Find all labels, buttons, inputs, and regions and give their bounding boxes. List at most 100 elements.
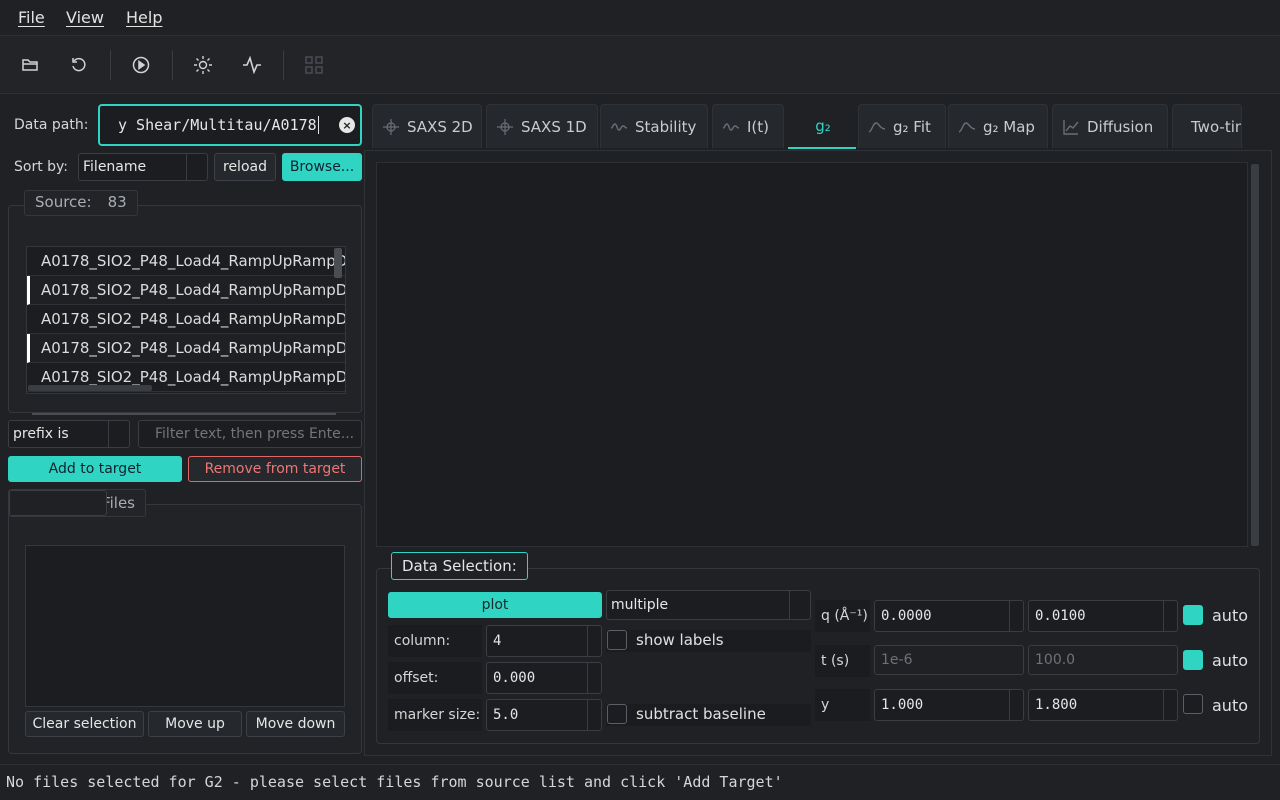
source-title-label: Source:: [35, 193, 92, 211]
offset-label: offset:: [388, 662, 482, 694]
active-tab-indicator: [788, 147, 856, 149]
marker-size-value: 5.0: [493, 707, 519, 723]
y-min-value: 1.000: [881, 697, 924, 713]
column-spinbox[interactable]: 4: [486, 625, 602, 657]
subtract-baseline-label: subtract baseline: [636, 705, 766, 723]
theme-button[interactable]: [186, 48, 220, 82]
tab-two-time[interactable]: Two-time: [1172, 104, 1242, 148]
y-max-value: 1.800: [1035, 697, 1078, 713]
axes-chart-icon: [1063, 119, 1079, 135]
list-item[interactable]: A0178_SIO2_P48_Load4_RampUpRampDown: [27, 334, 345, 363]
tab-diffusion[interactable]: Diffusion: [1052, 104, 1168, 148]
move-down-button[interactable]: Move down: [246, 711, 345, 737]
crosshair-icon: [383, 118, 399, 135]
g2-plot-area[interactable]: [376, 162, 1248, 547]
tab-i-t[interactable]: I(t): [712, 104, 784, 148]
show-labels-checkbox[interactable]: [607, 630, 627, 650]
target-list[interactable]: [25, 545, 345, 707]
add-to-target-button[interactable]: Add to target: [8, 456, 182, 482]
tab-stability[interactable]: Stability: [600, 104, 708, 148]
sort-select[interactable]: Filename: [78, 153, 208, 181]
grid-button[interactable]: [297, 48, 331, 82]
source-hscroll[interactable]: [28, 385, 152, 391]
q-auto-label: auto: [1212, 606, 1249, 625]
menu-help[interactable]: Help: [126, 8, 162, 27]
tab-label: Diffusion: [1087, 117, 1154, 136]
crosshair-icon: [497, 118, 513, 135]
menu-view[interactable]: View: [66, 8, 104, 27]
y-min-spinbox[interactable]: 1.000: [874, 689, 1024, 721]
t-auto-checkbox[interactable]: [1183, 650, 1203, 670]
data-path-input[interactable]: y Shear/Multitau/A0178: [98, 104, 362, 146]
remove-from-target-button[interactable]: Remove from target: [188, 456, 362, 482]
status-message: No files selected for G2 - please select…: [6, 773, 783, 791]
plot-button[interactable]: plot: [388, 592, 602, 618]
pulse-icon: [243, 56, 261, 74]
refresh-icon: [72, 57, 86, 72]
source-vscroll[interactable]: [334, 248, 342, 278]
clear-selection-button[interactable]: Clear selection: [25, 711, 144, 737]
column-value: 4: [493, 633, 502, 649]
tab-g2-fit[interactable]: g₂ Fit: [858, 104, 946, 148]
y-max-spinbox[interactable]: 1.800: [1028, 689, 1178, 721]
source-count: 83: [107, 193, 127, 211]
plot-vscroll[interactable]: [1251, 164, 1259, 546]
folder-open-icon: [22, 59, 38, 71]
tab-label: Stability: [635, 117, 697, 136]
mode-value: multiple: [611, 597, 669, 613]
toolbar: [0, 36, 1280, 94]
t-auto-label: auto: [1212, 651, 1249, 670]
tab-g2[interactable]: g₂: [790, 104, 856, 148]
wave-icon: [611, 122, 627, 131]
t-max-input[interactable]: 100.0: [1028, 645, 1178, 675]
wave-icon: [723, 122, 739, 131]
refresh-button[interactable]: [62, 48, 96, 82]
q-max-value: 0.0100: [1035, 608, 1086, 624]
tab-g2-map[interactable]: g₂ Map: [948, 104, 1048, 148]
clear-path-icon[interactable]: ×: [339, 117, 355, 133]
show-labels-label: show labels: [636, 631, 724, 649]
tab-saxs-2d[interactable]: SAXS 2D: [372, 104, 482, 148]
pulse-button[interactable]: [235, 48, 269, 82]
source-list[interactable]: A0178_SIO2_P48_Load4_RampUpRampDown A017…: [26, 246, 346, 394]
list-item[interactable]: A0178_SIO2_P48_Load4_RampUpRampDown: [27, 305, 345, 334]
tab-saxs-1d[interactable]: SAXS 1D: [486, 104, 598, 148]
y-auto-label: auto: [1212, 696, 1249, 715]
tab-label: g₂ Fit: [893, 117, 931, 136]
y-auto-checkbox[interactable]: [1183, 694, 1203, 714]
filter-mode-value: prefix is: [13, 426, 69, 442]
q-auto-checkbox[interactable]: [1183, 605, 1203, 625]
q-max-spinbox[interactable]: 0.0100: [1028, 600, 1178, 632]
tab-label: I(t): [747, 117, 770, 136]
subtract-baseline-checkbox[interactable]: [607, 704, 627, 724]
sort-label: Sort by:: [14, 159, 69, 175]
filter-input[interactable]: [138, 420, 362, 448]
q-min-spinbox[interactable]: 0.0000: [874, 600, 1024, 632]
mode-select[interactable]: multiple: [606, 590, 811, 620]
browse-button[interactable]: Browse...: [282, 153, 362, 181]
y-label: y: [815, 689, 870, 721]
line-chart-icon: [869, 121, 885, 133]
move-up-button[interactable]: Move up: [148, 711, 242, 737]
tab-label: SAXS 2D: [407, 117, 473, 136]
offset-value: 0.000: [493, 670, 536, 686]
list-item[interactable]: A0178_SIO2_P48_Load4_RampUpRampDown: [27, 247, 345, 276]
tab-label: SAXS 1D: [521, 117, 587, 136]
marker-size-spinbox[interactable]: 5.0: [486, 699, 602, 731]
t-min-input[interactable]: 1e-6: [874, 645, 1024, 675]
menu-bar: File View Help: [0, 0, 1280, 36]
play-button[interactable]: [124, 48, 158, 82]
menu-file[interactable]: File: [18, 8, 45, 27]
list-item[interactable]: A0178_SIO2_P48_Load4_RampUpRampDown: [27, 276, 345, 305]
offset-spinbox[interactable]: 0.000: [486, 662, 602, 694]
t-min-value: 1e-6: [881, 652, 913, 668]
data-path-label: Data path:: [14, 117, 89, 133]
column-label: column:: [388, 625, 482, 657]
reload-button[interactable]: reload: [214, 153, 276, 181]
open-folder-button[interactable]: [13, 48, 47, 82]
tab-bar: SAXS 2D SAXS 1D Stability I(t) g₂ g₂ Fit…: [372, 104, 1242, 150]
filter-mode-select[interactable]: prefix is: [8, 420, 130, 448]
splitter-handle[interactable]: [32, 413, 336, 415]
marker-size-label: marker size:: [388, 699, 482, 731]
t-max-value: 100.0: [1035, 652, 1076, 668]
